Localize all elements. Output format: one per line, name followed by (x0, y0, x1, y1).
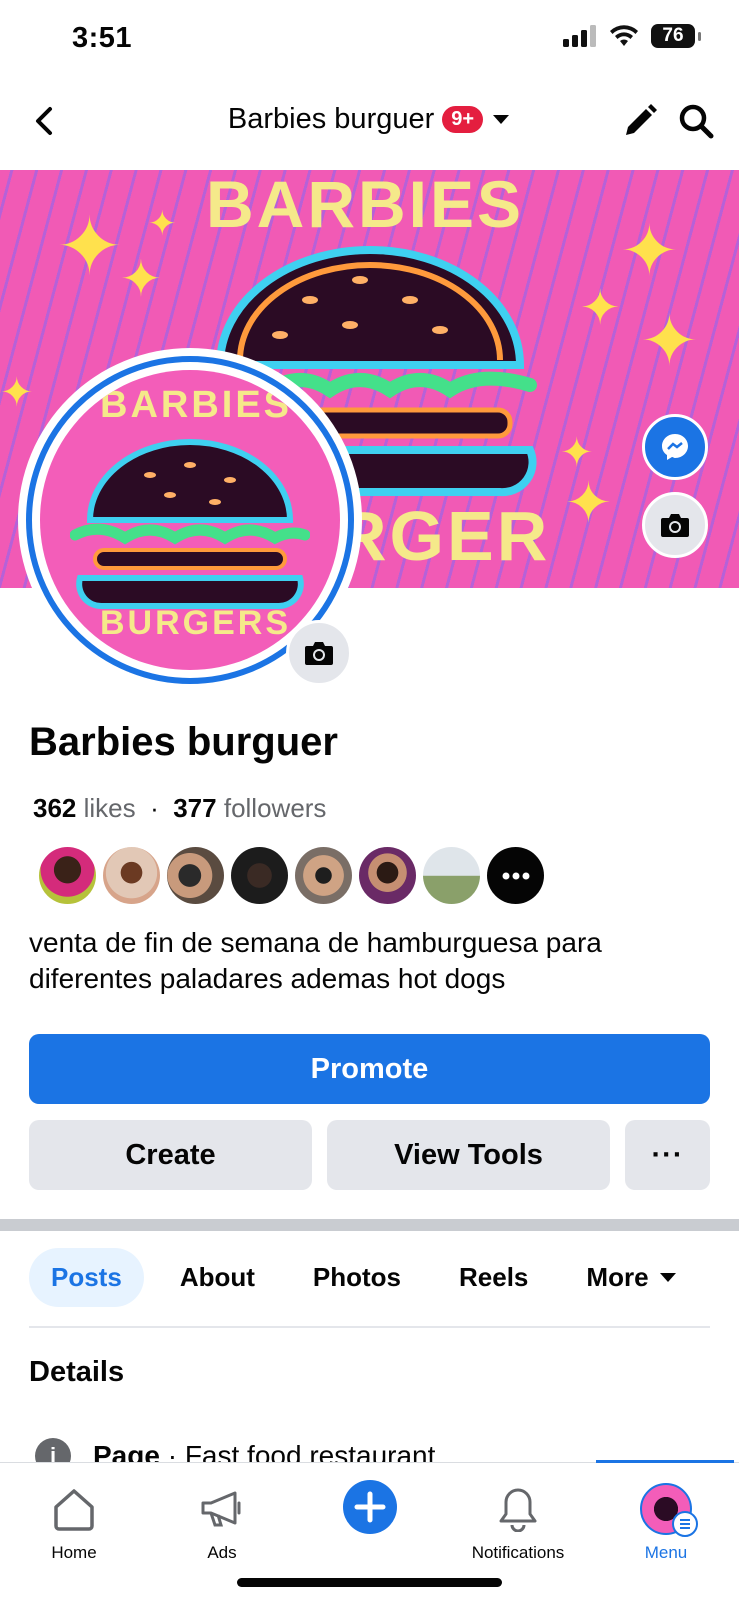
promote-button[interactable]: Promote (29, 1034, 710, 1104)
caret-down-icon (659, 1272, 676, 1282)
tab-label: About (179, 1262, 255, 1292)
battery-level: 76 (662, 25, 684, 46)
nav-home[interactable]: Home (0, 1463, 148, 1601)
tab-reels[interactable]: Reels (437, 1248, 550, 1307)
page-stats[interactable]: 362 likes · 377 followers (33, 793, 326, 824)
sparkle-icon: ✦ (56, 202, 124, 291)
plus-icon (342, 1477, 398, 1537)
avatar-bottom-text: BURGERS (100, 604, 292, 642)
battery-indicator: 76 (651, 24, 701, 48)
camera-icon (305, 642, 333, 665)
follower-avatar[interactable] (295, 847, 352, 904)
edit-cover-button[interactable] (642, 492, 708, 558)
messenger-icon (662, 434, 688, 460)
nav-label: Ads (207, 1543, 237, 1562)
nav-label: Notifications (471, 1543, 565, 1562)
nav-label: Menu (644, 1543, 688, 1562)
page-bio: venta de fin de semana de hamburguesa pa… (29, 927, 602, 994)
avatar-top-text: BARBIES (100, 384, 293, 426)
nav-active-indicator (596, 1460, 734, 1463)
follower-avatar[interactable] (359, 847, 416, 904)
sparkle-icon: ✦ (0, 371, 34, 415)
tab-label: Photos (312, 1262, 402, 1292)
status-icons: 76 (563, 24, 701, 48)
wifi-icon (610, 25, 638, 46)
follower-avatar[interactable] (423, 847, 480, 904)
more-followers-button[interactable] (487, 847, 544, 904)
megaphone-icon (199, 1483, 245, 1535)
ellipsis-icon (502, 872, 529, 879)
messenger-button[interactable] (642, 414, 708, 480)
tab-photos[interactable]: Photos (291, 1248, 423, 1307)
profile-tabs: Posts About Photos Reels More (29, 1248, 699, 1307)
bell-icon (497, 1483, 539, 1535)
more-actions-button[interactable]: ··· (625, 1120, 710, 1190)
tab-label: Posts (51, 1262, 122, 1292)
page-header: Barbies burguer 9+ (0, 95, 739, 155)
sparkle-icon: ✦ (580, 282, 621, 335)
home-indicator (237, 1578, 502, 1587)
likes-count: 362 (33, 793, 77, 823)
menu-avatar-icon (640, 1483, 698, 1537)
signal-icon (563, 25, 596, 47)
neon-burger-graphic (70, 439, 310, 609)
sparkle-icon: ✦ (620, 212, 679, 290)
tab-more[interactable]: More (564, 1248, 698, 1307)
likes-label: likes (83, 793, 136, 823)
sparkle-icon: ✦ (565, 471, 612, 534)
sparkle-icon: ✦ (640, 302, 699, 380)
follower-avatar[interactable] (167, 847, 224, 904)
tabs-underline (29, 1326, 710, 1328)
page-title: Barbies burguer (29, 720, 338, 764)
section-divider (0, 1219, 739, 1231)
cover-bottom-text: RGER (336, 497, 551, 575)
followers-count: 377 (173, 793, 217, 823)
tab-label: More (586, 1262, 649, 1292)
nav-menu[interactable]: Menu (592, 1463, 739, 1601)
search-icon (679, 104, 714, 139)
caret-down-icon (493, 114, 510, 124)
profile-image: BARBIES BURGERS (40, 370, 340, 670)
camera-icon (661, 514, 689, 537)
search-button[interactable] (676, 101, 716, 141)
edit-button[interactable] (620, 101, 660, 141)
tab-label: Reels (459, 1262, 529, 1292)
details-heading: Details (29, 1356, 125, 1388)
follower-avatars[interactable] (39, 847, 544, 904)
tab-about[interactable]: About (158, 1248, 277, 1307)
pencil-icon (626, 104, 657, 135)
follower-avatar[interactable] (39, 847, 96, 904)
followers-label: followers (223, 793, 327, 823)
sparkle-icon: ✦ (120, 251, 162, 307)
status-time: 3:51 (72, 22, 133, 54)
tab-posts[interactable]: Posts (29, 1248, 144, 1307)
stats-separator: · (150, 793, 159, 823)
view-tools-button[interactable]: View Tools (327, 1120, 610, 1190)
follower-avatar[interactable] (103, 847, 160, 904)
notification-badge: 9+ (442, 106, 484, 133)
follower-avatar[interactable] (231, 847, 288, 904)
header-title: Barbies burguer (227, 103, 435, 135)
edit-profile-picture-button[interactable] (286, 620, 352, 686)
home-icon (51, 1483, 97, 1535)
nav-label: Home (51, 1543, 97, 1562)
create-button[interactable]: Create (29, 1120, 312, 1190)
sparkle-icon: ✦ (148, 205, 177, 243)
